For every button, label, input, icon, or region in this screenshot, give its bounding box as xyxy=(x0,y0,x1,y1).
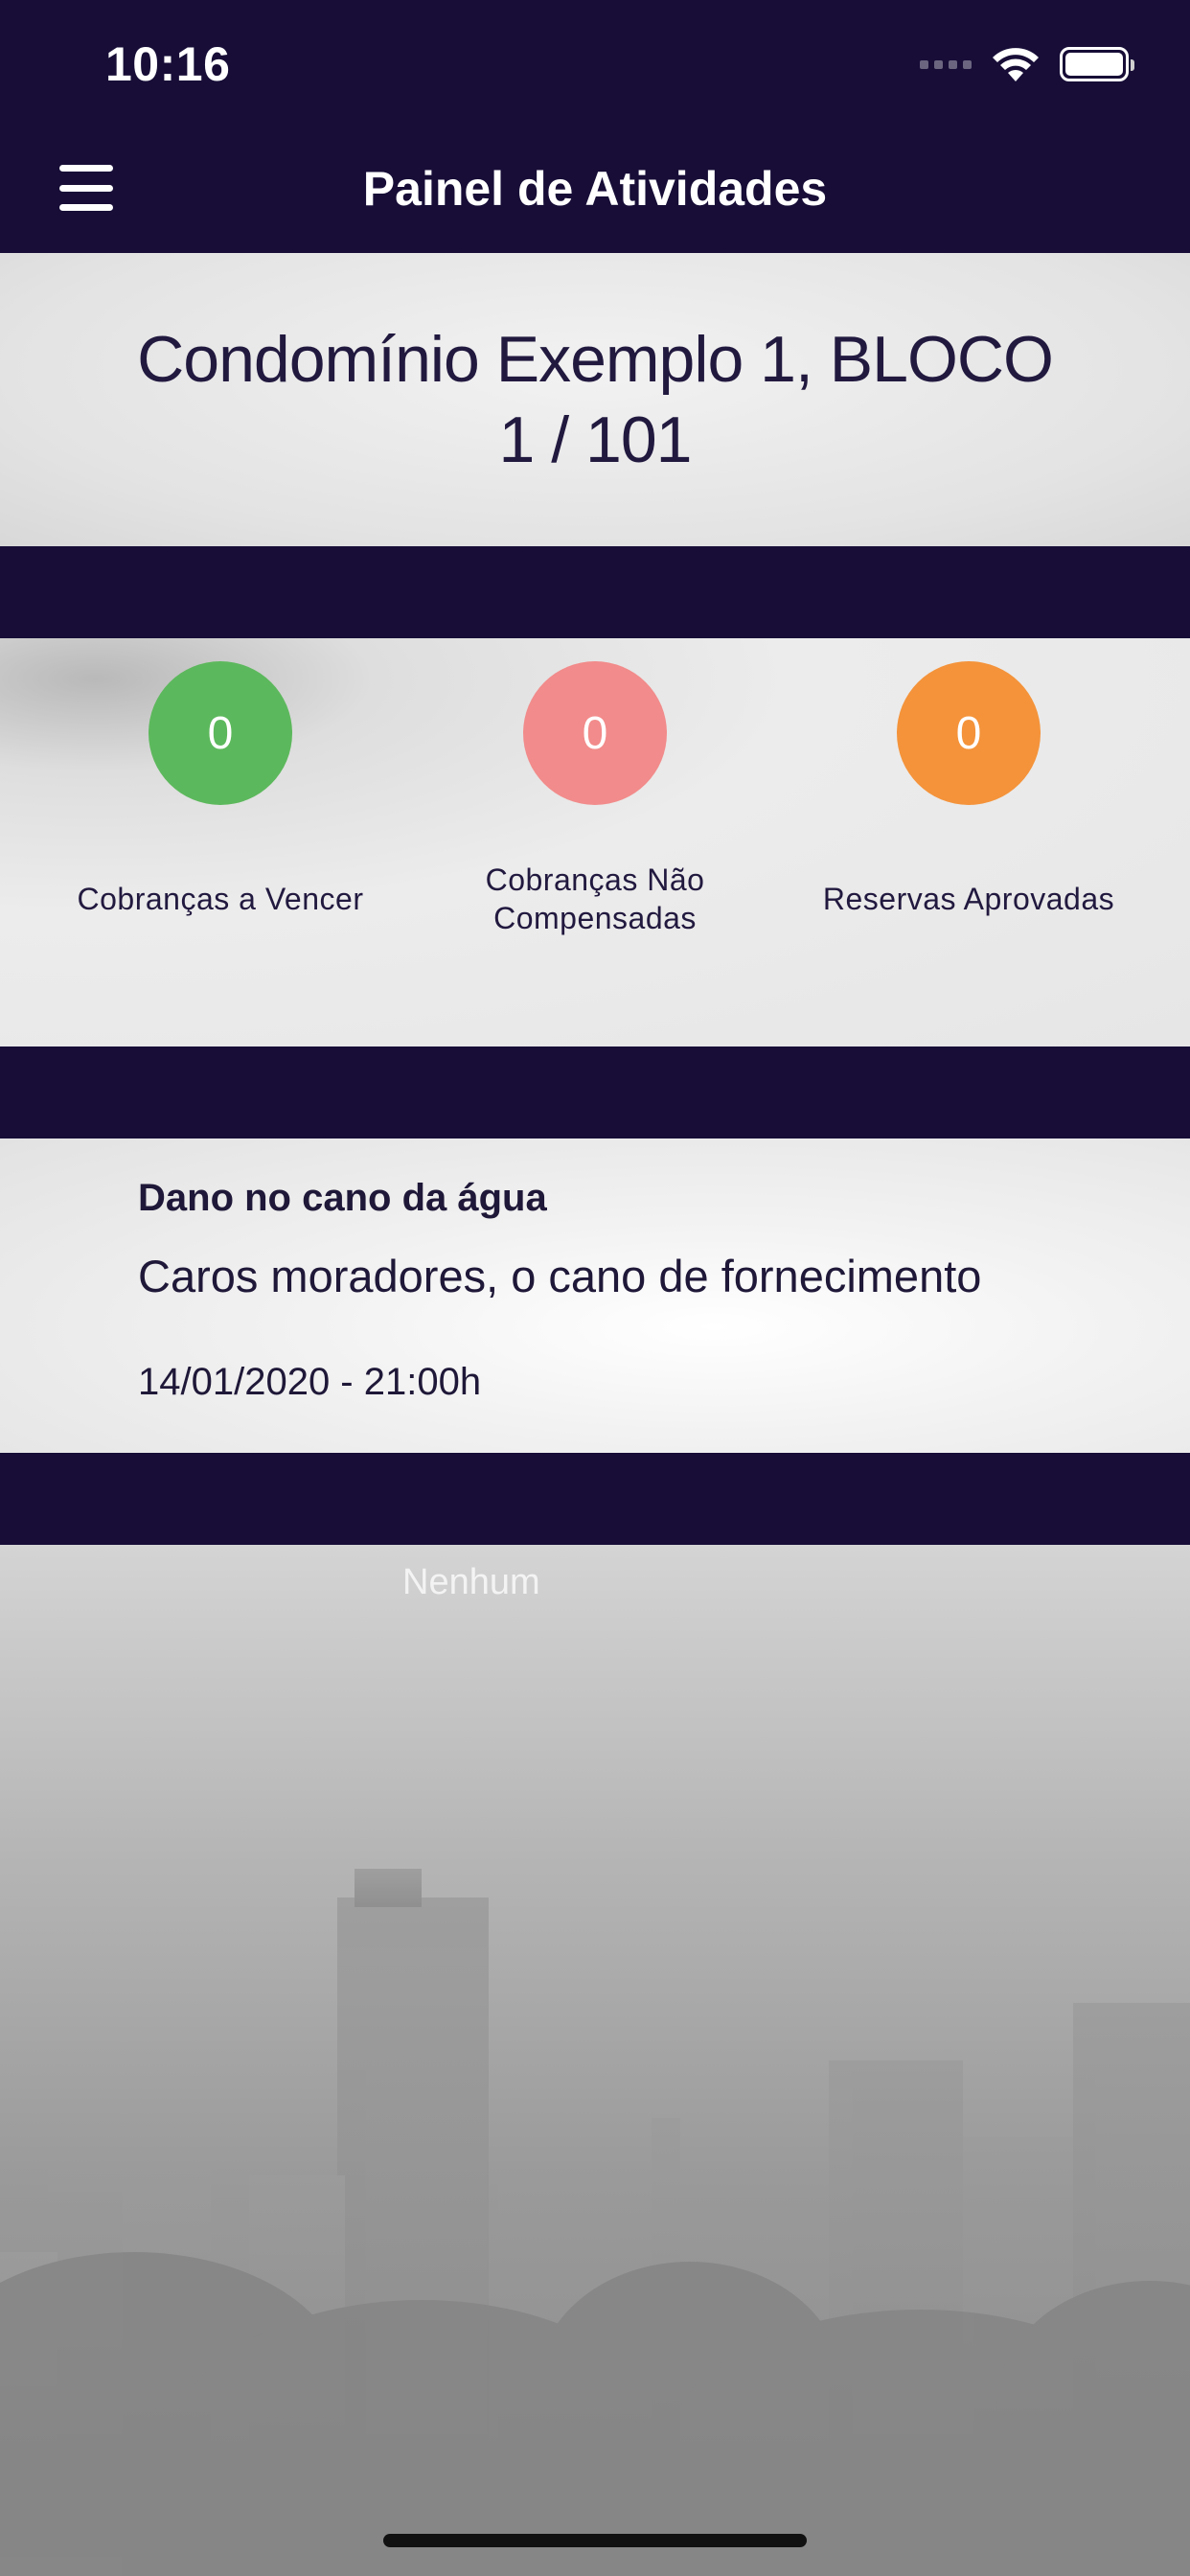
indicator-label: Cobranças Não Compensadas xyxy=(485,862,705,935)
top-bar: 10:16 Painel de Atividades xyxy=(0,0,1190,253)
notice-body: Caros moradores, o cano de fornecimento xyxy=(138,1251,982,1301)
count-badge: 0 xyxy=(149,661,292,805)
condo-header: Condomínio Exemplo 1, BLOCO 1 / 101 xyxy=(0,253,1190,546)
indicator-label: Cobranças a Vencer xyxy=(77,882,364,916)
indicator-cobrancas-a-vencer[interactable]: 0 Cobranças a Vencer xyxy=(48,661,393,937)
notice-title: Dano no cano da água xyxy=(138,1177,547,1219)
section-divider xyxy=(0,1453,1190,1545)
city-skyline-background xyxy=(0,1869,1190,2576)
battery-icon xyxy=(1060,47,1134,81)
empty-state-text: Nenhum xyxy=(402,1562,540,1602)
cellular-signal-icon xyxy=(920,59,972,69)
condo-name: Condomínio Exemplo 1, BLOCO 1 / 101 xyxy=(137,323,1054,476)
status-icons xyxy=(920,44,1134,84)
home-indicator[interactable] xyxy=(383,2534,807,2547)
notice-card[interactable]: Dano no cano da água Caros moradores, o … xyxy=(0,1138,1190,1453)
activities-screen: 10:16 Painel de Atividades Condomínio Ex… xyxy=(0,0,1190,2576)
wifi-icon xyxy=(993,48,1039,81)
count-badge: 0 xyxy=(897,661,1041,805)
indicator-reservas-aprovadas[interactable]: 0 Reservas Aprovadas xyxy=(796,661,1141,937)
section-divider xyxy=(0,546,1190,638)
page-title: Painel de Atividades xyxy=(362,162,828,216)
section-divider xyxy=(0,1046,1190,1138)
notice-date: 14/01/2020 - 21:00h xyxy=(138,1361,482,1403)
count-badge: 0 xyxy=(523,661,667,805)
indicator-label: Reservas Aprovadas xyxy=(822,882,1115,916)
status-time: 10:16 xyxy=(105,37,231,91)
indicator-cobrancas-nao-compensadas[interactable]: 0 Cobranças Não Compensadas xyxy=(423,661,767,937)
indicators-panel: 0 Cobranças a Vencer 0 Cobranças Não Com… xyxy=(0,638,1190,1046)
